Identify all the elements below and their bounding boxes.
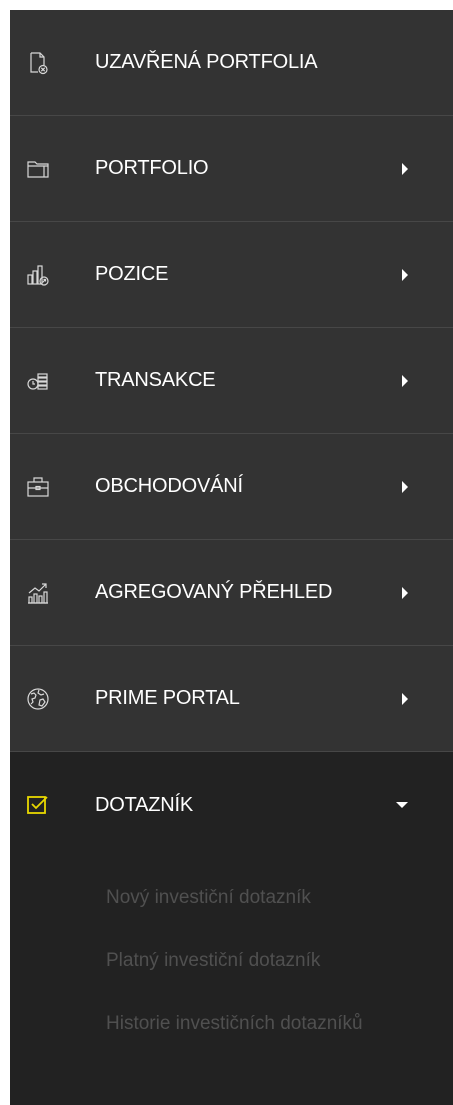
chevron-right-icon xyxy=(402,586,408,599)
menu-item-portfolio[interactable]: PORTFOLIO xyxy=(10,116,453,222)
menu-item-label: DOTAZNÍK xyxy=(95,793,194,816)
menu-item-transakce[interactable]: TRANSAKCE xyxy=(10,328,453,434)
chevron-right-icon xyxy=(402,480,408,493)
side-menu: UZAVŘENÁ PORTFOLIA PORTFOLIO POZICE TRAN… xyxy=(10,10,453,1105)
globe-icon xyxy=(26,687,50,711)
closed-file-icon xyxy=(26,51,50,75)
chevron-down-icon xyxy=(396,802,408,808)
chevron-right-icon xyxy=(402,692,408,705)
folder-icon xyxy=(26,157,50,181)
briefcase-icon xyxy=(26,475,50,499)
menu-item-pozice[interactable]: POZICE xyxy=(10,222,453,328)
menu-item-label: PRIME PORTAL xyxy=(95,687,240,709)
menu-item-obchodovani[interactable]: OBCHODOVÁNÍ xyxy=(10,434,453,540)
menu-item-dotaznik[interactable]: DOTAZNÍK xyxy=(10,752,453,858)
menu-item-label: POZICE xyxy=(95,263,169,285)
growth-chart-icon xyxy=(26,581,50,605)
submenu-item-novy-dotaznik[interactable]: Nový investiční dotazník xyxy=(10,866,453,929)
submenu-item-platny-dotaznik[interactable]: Platný investiční dotazník xyxy=(10,929,453,992)
menu-item-label: PORTFOLIO xyxy=(95,157,209,179)
menu-item-agregovany-prehled[interactable]: AGREGOVANÝ PŘEHLED xyxy=(10,540,453,646)
menu-item-prime-portal[interactable]: PRIME PORTAL xyxy=(10,646,453,752)
chevron-right-icon xyxy=(402,268,408,281)
dotaznik-submenu: Nový investiční dotazník Platný investič… xyxy=(10,858,453,1105)
menu-item-label: TRANSAKCE xyxy=(95,369,216,391)
chart-positions-icon xyxy=(26,263,50,287)
menu-item-label: UZAVŘENÁ PORTFOLIA xyxy=(95,51,318,73)
menu-item-uzavrena-portfolia[interactable]: UZAVŘENÁ PORTFOLIA xyxy=(10,10,453,116)
menu-item-label: AGREGOVANÝ PŘEHLED xyxy=(95,581,333,603)
checkbox-icon xyxy=(26,793,50,817)
menu-item-label: OBCHODOVÁNÍ xyxy=(95,475,243,497)
submenu-item-historie-dotazniku[interactable]: Historie investičních dotazníků xyxy=(10,992,453,1055)
chevron-right-icon xyxy=(402,374,408,387)
transaction-coins-icon xyxy=(26,369,50,393)
chevron-right-icon xyxy=(402,162,408,175)
